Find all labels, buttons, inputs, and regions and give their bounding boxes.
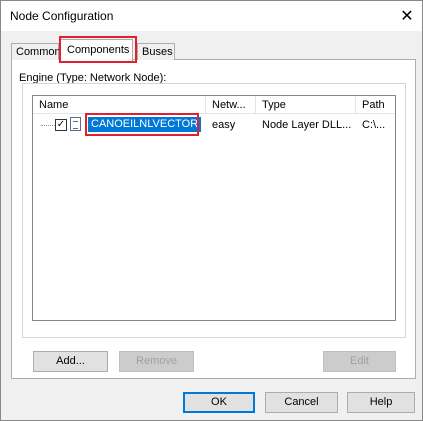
tree-connector xyxy=(41,125,55,126)
column-header-network[interactable]: Netw... xyxy=(206,96,256,114)
list-header: Name Netw... Type Path xyxy=(33,96,395,114)
table-row[interactable]: ✓ CANOEILNLVECTOR easy Node Layer DLL...… xyxy=(33,113,395,136)
edit-button[interactable]: Edit xyxy=(323,351,396,372)
help-button[interactable]: Help xyxy=(347,392,415,413)
column-header-name[interactable]: Name xyxy=(33,96,206,114)
add-button[interactable]: Add... xyxy=(33,351,108,372)
node-name-cell[interactable]: CANOEILNLVECTOR xyxy=(88,117,202,132)
cancel-button[interactable]: Cancel xyxy=(265,392,338,413)
checkbox-icon[interactable]: ✓ xyxy=(55,119,67,131)
column-header-type[interactable]: Type xyxy=(256,96,356,114)
components-list[interactable]: Name Netw... Type Path ✓ CANOEILNLVECTOR… xyxy=(32,95,396,321)
title-bar: Node Configuration ✕ xyxy=(1,1,422,31)
column-header-path[interactable]: Path xyxy=(356,96,395,114)
tab-common[interactable]: Common xyxy=(11,43,61,60)
network-cell: easy xyxy=(212,119,236,131)
tab-buses[interactable]: Buses xyxy=(137,43,175,60)
window-title: Node Configuration xyxy=(10,9,114,23)
remove-button[interactable]: Remove xyxy=(119,351,194,372)
file-icon xyxy=(70,117,81,131)
type-cell: Node Layer DLL... xyxy=(262,119,352,131)
path-cell: C:\... xyxy=(362,119,386,131)
node-configuration-dialog: Node Configuration ✕ Common Components B… xyxy=(0,0,423,421)
ok-button[interactable]: OK xyxy=(183,392,255,413)
close-icon[interactable]: ✕ xyxy=(392,1,422,31)
tab-components[interactable]: Components xyxy=(59,39,133,61)
